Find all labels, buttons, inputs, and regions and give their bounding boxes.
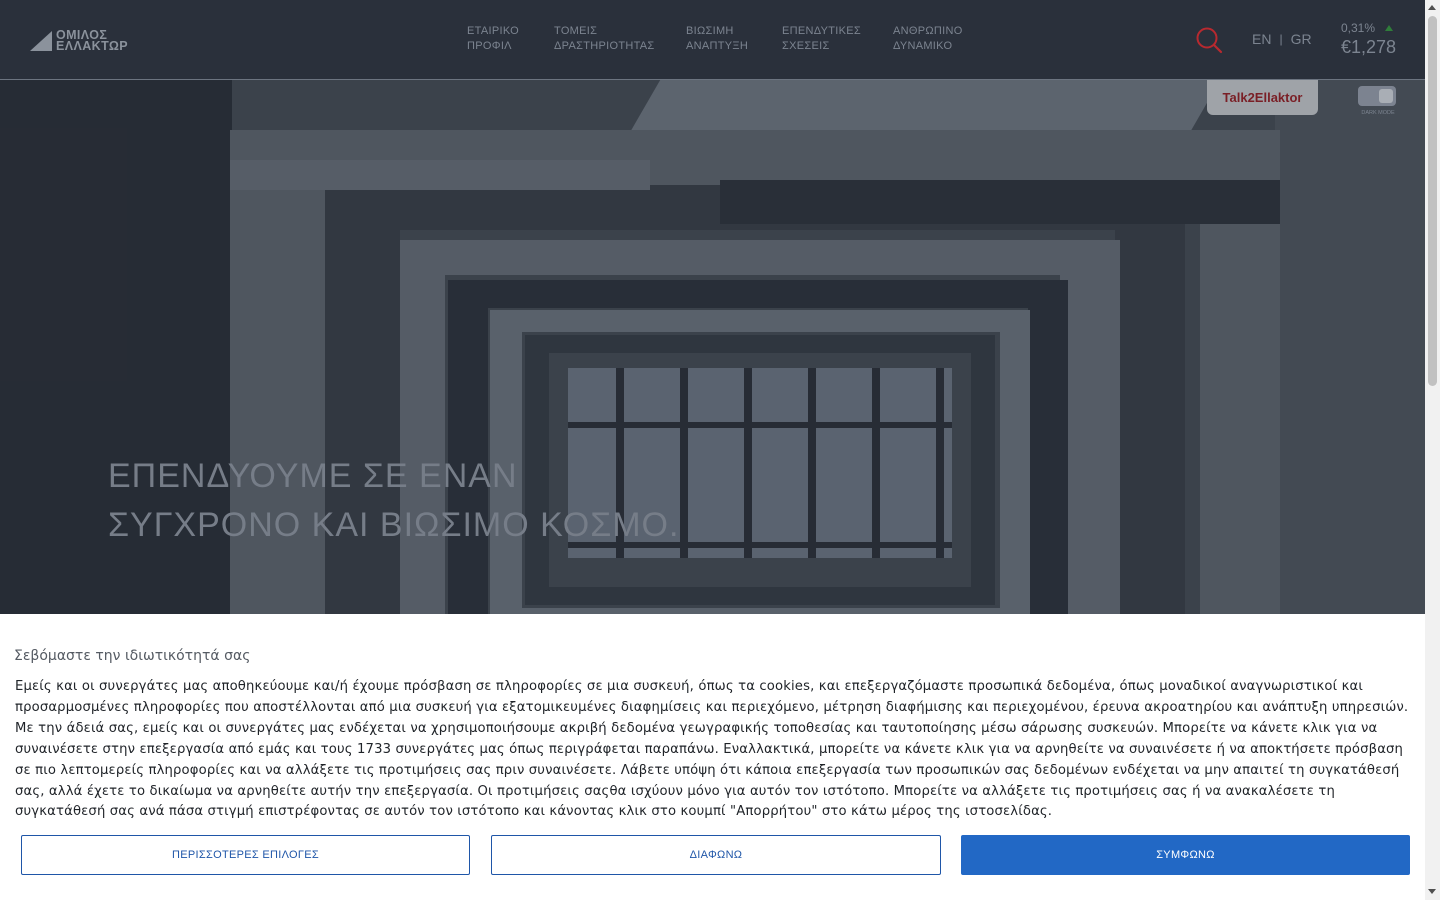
nav-item-label: ΕΠΕΝΔΥΤΙΚΕΣ — [782, 25, 861, 37]
nav-item-company-profile[interactable]: ΕΤΑΙΡΙΚΟ ΠΡΟΦΙΛ — [467, 24, 554, 54]
main-nav: ΕΤΑΙΡΙΚΟ ΠΡΟΦΙΛ ΤΟΜΕΙΣ ΔΡΑΣΤΗΡΙΟΤΗΤΑΣ ΒΙ… — [467, 24, 983, 54]
stock-price: €1,278 — [1341, 37, 1397, 57]
consent-title: Σεβόμαστε την ιδιωτικότητά σας — [14, 648, 251, 664]
lang-en-button[interactable]: EN — [1252, 31, 1271, 47]
dark-mode-toggle[interactable] — [1358, 86, 1396, 106]
disagree-button[interactable]: ΔΙΑΦΩΝΩ — [491, 835, 941, 875]
stock-ticker[interactable]: 0,31% €1,278 — [1341, 21, 1396, 58]
nav-item-label: ΑΝΘΡΩΠΙΝΟ — [893, 25, 963, 37]
page-scrollbar[interactable] — [1425, 0, 1440, 900]
toggle-knob — [1379, 89, 1393, 103]
lang-gr-button[interactable]: GR — [1291, 31, 1312, 47]
logo-triangle-icon — [30, 31, 52, 51]
logo-wordmark: ΟΜΙΛΟΣ ΕΛΛΑΚΤΩΡ — [56, 29, 129, 53]
hero-title-line: ΣΥΓΧΡΟΝΟ ΚΑΙ ΒΙΩΣΙΜΟ ΚΟΣΜΟ. — [108, 506, 680, 544]
scroll-down-arrow-icon[interactable] — [1428, 889, 1436, 894]
logo-line: ΕΛΛΑΚΤΩΡ — [56, 39, 129, 53]
talk2ellaktor-button[interactable]: Talk2Ellaktor — [1207, 80, 1318, 115]
search-icon — [1196, 27, 1223, 54]
agree-button[interactable]: ΣΥΜΦΩΝΩ — [961, 835, 1410, 875]
lang-separator: | — [1279, 32, 1283, 46]
more-options-button[interactable]: ΠΕΡΙΣΣΟΤΕΡΕΣ ΕΠΙΛΟΓΕΣ — [21, 835, 470, 875]
search-button[interactable] — [1195, 26, 1223, 54]
nav-item-label: ΣΧΕΣΕΙΣ — [782, 40, 830, 52]
nav-item-investor-relations[interactable]: ΕΠΕΝΔΥΤΙΚΕΣ ΣΧΕΣΕΙΣ — [782, 24, 893, 54]
stock-change-value: 0,31% — [1341, 21, 1376, 35]
hero-title-line: ΕΠΕΝΔΥΟΥΜΕ ΣΕ ΕΝΑΝ — [108, 457, 518, 495]
nav-item-label: ΤΟΜΕΙΣ — [554, 25, 598, 37]
nav-item-label: ΔΥΝΑΜΙΚΟ — [893, 40, 953, 52]
scrollbar-thumb[interactable] — [1428, 16, 1437, 386]
nav-item-business-sectors[interactable]: ΤΟΜΕΙΣ ΔΡΑΣΤΗΡΙΟΤΗΤΑΣ — [554, 24, 686, 54]
site-header: ΟΜΙΛΟΣ ΕΛΛΑΚΤΩΡ ΕΤΑΙΡΙΚΟ ΠΡΟΦΙΛ ΤΟΜΕΙΣ Δ… — [0, 0, 1425, 80]
scroll-up-arrow-icon[interactable] — [1428, 5, 1436, 10]
nav-item-label: ΑΝΑΠΤΥΞΗ — [686, 40, 749, 52]
nav-item-label: ΔΡΑΣΤΗΡΙΟΤΗΤΑΣ — [554, 40, 655, 52]
language-switcher: EN | GR — [1252, 31, 1312, 47]
nav-item-sustainability[interactable]: ΒΙΩΣΙΜΗ ΑΝΑΠΤΥΞΗ — [686, 24, 782, 54]
consent-body-text: Εμείς και οι συνεργάτες μας αποθηκεύουμε… — [15, 679, 1409, 820]
arrow-up-icon — [1385, 25, 1394, 31]
company-logo[interactable]: ΟΜΙΛΟΣ ΕΛΛΑΚΤΩΡ — [30, 28, 160, 54]
stock-change: 0,31% — [1341, 21, 1396, 35]
nav-item-human-resources[interactable]: ΑΝΘΡΩΠΙΝΟ ΔΥΝΑΜΙΚΟ — [893, 24, 983, 54]
nav-item-label: ΒΙΩΣΙΜΗ — [686, 25, 734, 37]
nav-item-label: ΠΡΟΦΙΛ — [467, 40, 512, 52]
dark-mode-label: DARK MODE — [1361, 110, 1395, 116]
hero-title: ΕΠΕΝΔΥΟΥΜΕ ΣΕ ΕΝΑΝ ΣΥΓΧΡΟΝΟ ΚΑΙ ΒΙΩΣΙΜΟ … — [108, 452, 679, 550]
cookie-consent-banner: Σεβόμαστε την ιδιωτικότητά σας Εμείς και… — [0, 614, 1425, 900]
nav-item-label: ΕΤΑΙΡΙΚΟ — [467, 25, 519, 37]
